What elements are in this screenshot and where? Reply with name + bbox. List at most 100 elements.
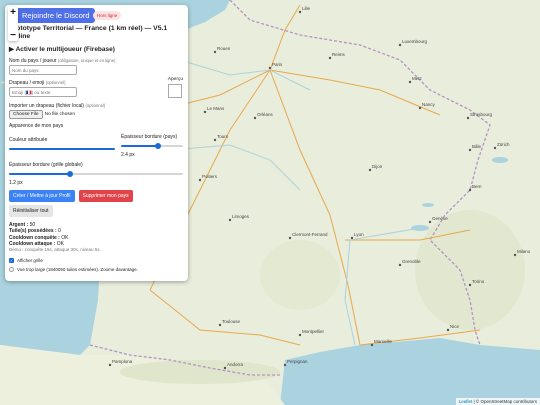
city-label: Milano bbox=[517, 249, 531, 254]
city-label: Marseille bbox=[374, 339, 393, 344]
grid-border-label: Épaisseur bordure (grille globale) bbox=[9, 162, 83, 168]
grid-border-slider[interactable] bbox=[9, 171, 183, 177]
city-label: Tours bbox=[217, 134, 229, 139]
city-dot bbox=[398, 263, 402, 267]
border-thickness-slider[interactable] bbox=[121, 143, 183, 149]
color-label: Couleur attribuée bbox=[9, 137, 48, 143]
lake-constance bbox=[492, 157, 508, 163]
control-panel: Prototype Territorial — France (1 km rée… bbox=[5, 5, 188, 281]
country-name-input[interactable] bbox=[9, 65, 77, 75]
city-dot bbox=[198, 178, 202, 182]
preview-box bbox=[168, 84, 183, 98]
city-dot bbox=[218, 323, 222, 327]
city-dot bbox=[428, 220, 432, 224]
lake-neuchatel bbox=[422, 203, 434, 207]
city-label: Rouen bbox=[217, 46, 231, 51]
country-name-label: Nom du pays / joueur (obligatoire, uniqu… bbox=[9, 58, 116, 64]
city-dot bbox=[446, 328, 450, 332]
flag-emoji-input[interactable] bbox=[9, 87, 77, 97]
city-dot bbox=[466, 116, 470, 120]
city-label: Torino bbox=[472, 279, 485, 284]
city-dot bbox=[513, 253, 517, 257]
panel-title: Prototype Territorial — France (1 km rée… bbox=[9, 25, 168, 40]
city-label: Lille bbox=[302, 6, 311, 11]
city-label: Nice bbox=[450, 324, 459, 329]
zoom-out-button[interactable]: − bbox=[8, 30, 18, 41]
city-dot bbox=[283, 363, 287, 367]
city-dot bbox=[268, 66, 272, 70]
city-dot bbox=[223, 366, 227, 370]
choose-file-button[interactable]: Choose File bbox=[9, 110, 43, 119]
city-label: Poitiers bbox=[202, 174, 218, 179]
multiplayer-toggle[interactable]: ▶ Activer le multijoueur (Firebase) bbox=[9, 45, 183, 53]
city-dot bbox=[253, 116, 257, 120]
multiplayer-label: Activer le multijoueur (Firebase) bbox=[15, 46, 115, 53]
city-label: Limoges bbox=[232, 214, 250, 219]
discord-button[interactable]: Rejoindre le Discord bbox=[8, 8, 95, 23]
reset-all-button[interactable]: Réinitialiser tout bbox=[9, 205, 53, 217]
city-label: Le Mans bbox=[207, 106, 225, 111]
create-profile-button[interactable]: Créer / Mettre à jour Profil bbox=[9, 190, 75, 202]
city-label: Toulouse bbox=[222, 319, 241, 324]
checkbox-checked-icon: ✓ bbox=[9, 258, 14, 264]
view-warning-row: Vue trop large (1840050 tuiles estimées)… bbox=[9, 267, 183, 273]
city-label: Luxembourg bbox=[402, 39, 428, 44]
osm-link[interactable]: OpenStreetMap contributors bbox=[480, 399, 537, 404]
offline-badge: Hors ligne bbox=[93, 11, 122, 20]
appearance-label: Apparence de mon pays bbox=[9, 123, 64, 129]
city-dot bbox=[288, 236, 292, 240]
leaflet-link[interactable]: Leaflet bbox=[459, 399, 473, 404]
city-label: Bâle bbox=[472, 144, 482, 149]
city-dot bbox=[108, 363, 112, 367]
show-grid-label: Afficher grille bbox=[17, 258, 43, 264]
slider-thumb[interactable] bbox=[155, 143, 162, 149]
city-label: Nancy bbox=[422, 102, 436, 107]
city-label: Dijon bbox=[372, 164, 383, 169]
city-dot bbox=[370, 343, 374, 347]
city-label: Grenoble bbox=[402, 259, 421, 264]
attack-cooldown: OK bbox=[56, 240, 65, 247]
border-thickness-label: Épaisseur bordure (pays) bbox=[121, 134, 178, 140]
city-label: Andorra bbox=[227, 362, 244, 367]
city-label: Perpignan bbox=[287, 359, 308, 364]
city-dot bbox=[213, 138, 217, 142]
city-dot bbox=[203, 110, 207, 114]
city-label: Bern bbox=[472, 184, 482, 189]
massif-central bbox=[260, 240, 340, 310]
flag-label: Drapeau / emoji (optionnel) bbox=[9, 80, 66, 86]
grid-border-value: 1.2 px bbox=[9, 180, 23, 186]
tiles-value: 0 bbox=[58, 228, 61, 235]
city-dot bbox=[468, 283, 472, 287]
flag-preview: Aperçu bbox=[168, 77, 183, 100]
city-dot bbox=[398, 43, 402, 47]
player-stats: Argent : 50 Tuile(s) possédées : 0 Coold… bbox=[9, 222, 183, 253]
city-dot bbox=[408, 80, 412, 84]
view-warning-text: Vue trop large (1840050 tuiles estimées)… bbox=[17, 267, 138, 273]
city-dot bbox=[350, 236, 354, 240]
no-file-text: No file chosen bbox=[44, 112, 76, 117]
city-label: Montpellier bbox=[302, 329, 325, 334]
alps-relief bbox=[415, 210, 525, 330]
slider-thumb[interactable] bbox=[66, 171, 73, 177]
city-label: Genève bbox=[432, 216, 448, 221]
border-thickness-value: 2.4 px bbox=[121, 152, 135, 158]
color-picker-bar[interactable] bbox=[9, 146, 115, 152]
demo-text: Démo : conquête 15s, attaque 30s, niveau… bbox=[9, 247, 101, 253]
city-label: Lyon bbox=[354, 232, 364, 237]
import-flag-label: Importer un drapeau (fichier local) (opt… bbox=[9, 103, 106, 109]
city-label: Orléans bbox=[257, 112, 274, 117]
city-label: Clermont-Ferrand bbox=[292, 232, 328, 237]
city-label: Reims bbox=[332, 52, 346, 57]
zoom-in-button[interactable]: + bbox=[8, 7, 18, 18]
city-label: Strasbourg bbox=[470, 112, 493, 117]
delete-country-button[interactable]: Supprimer mon pays bbox=[78, 190, 133, 202]
pyrenees-relief bbox=[120, 360, 280, 384]
city-dot bbox=[418, 106, 422, 110]
city-label: Pamplona bbox=[112, 359, 133, 364]
show-grid-checkbox[interactable]: ✓ Afficher grille bbox=[9, 258, 183, 264]
city-dot bbox=[228, 218, 232, 222]
conquest-cooldown: OK bbox=[61, 234, 69, 241]
preview-label: Aperçu bbox=[167, 77, 183, 82]
city-dot bbox=[493, 146, 497, 150]
city-label: Metz bbox=[412, 76, 423, 81]
